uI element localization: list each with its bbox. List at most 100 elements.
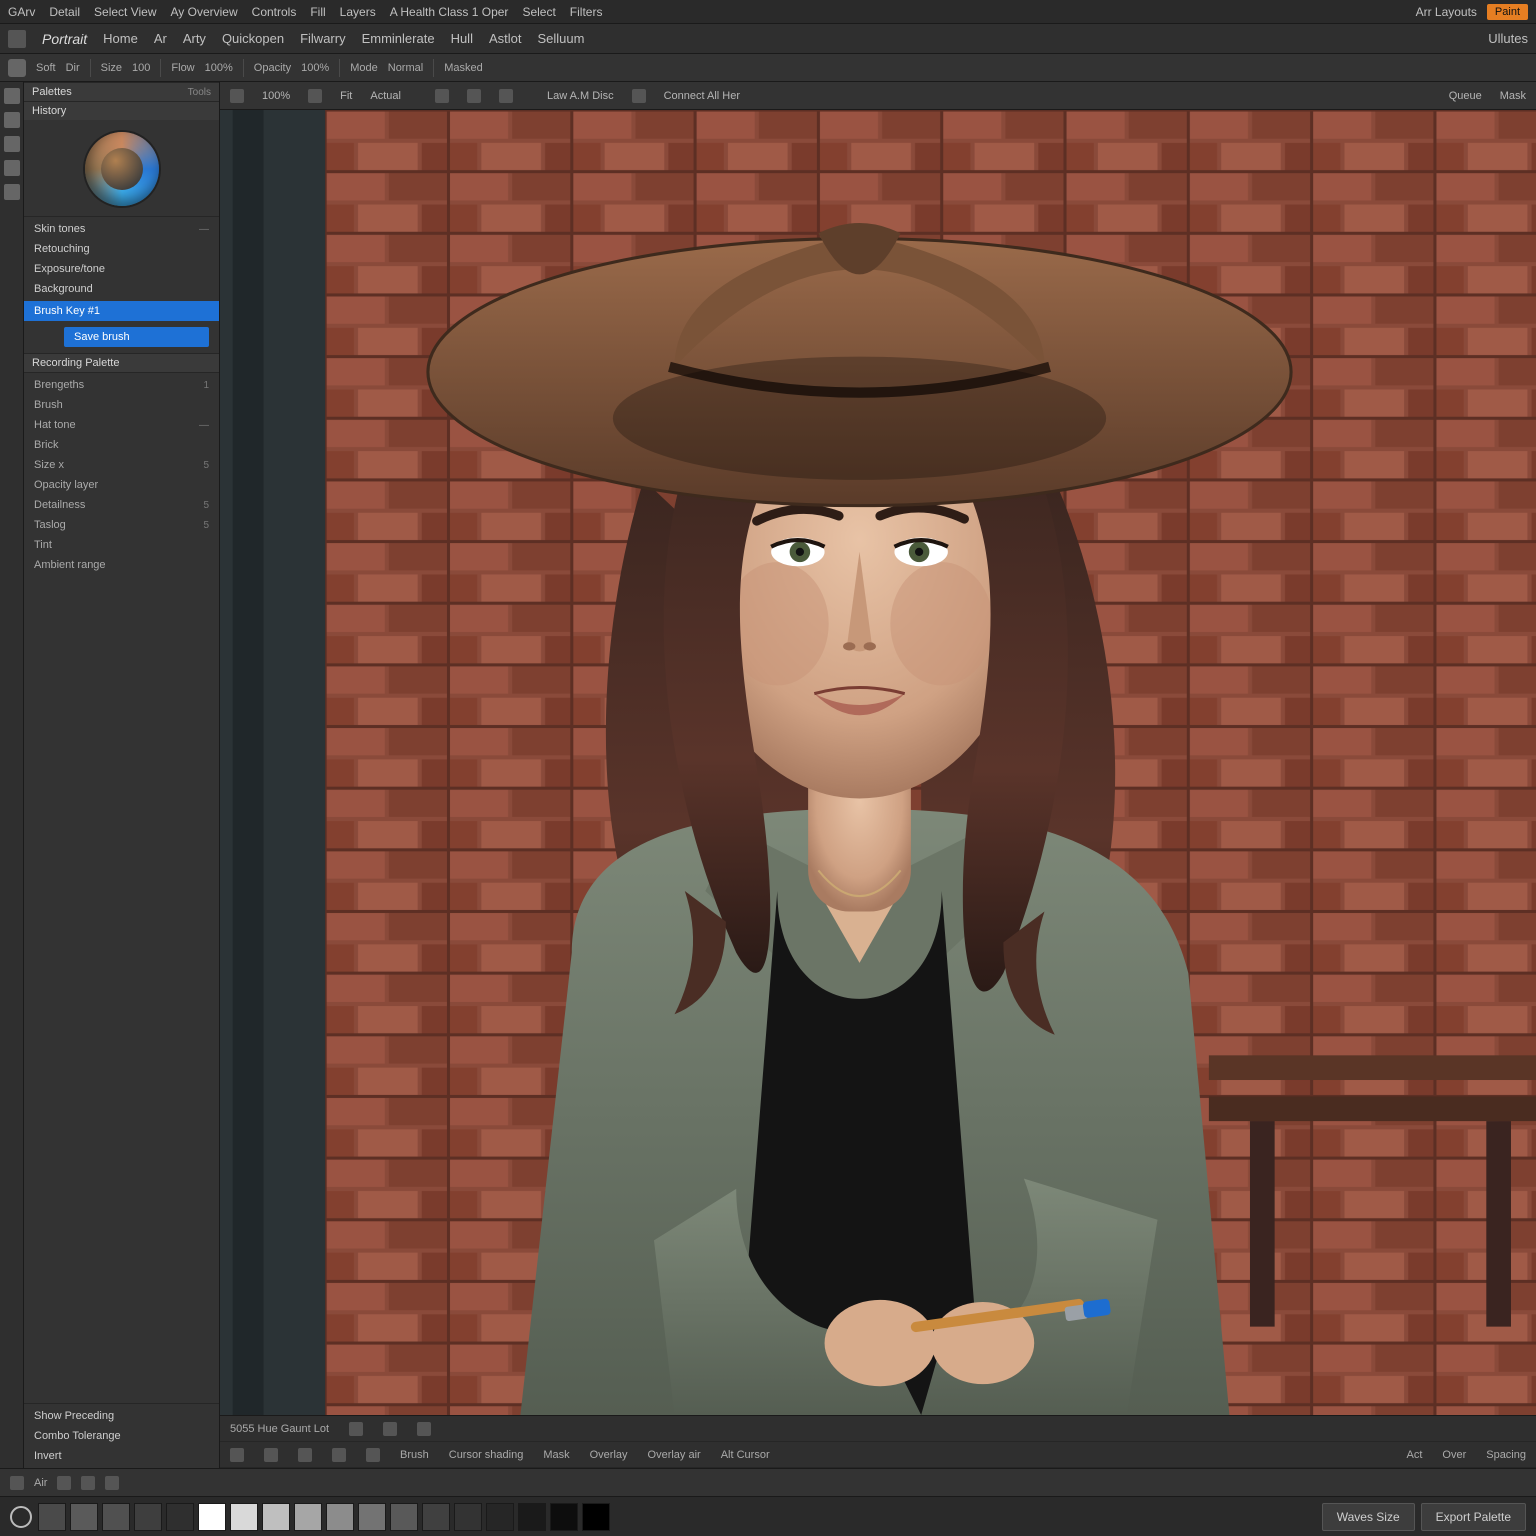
swatch[interactable] [518, 1503, 546, 1531]
swatch[interactable] [102, 1503, 130, 1531]
menu2-item[interactable]: Ar [154, 31, 167, 46]
tool-label[interactable]: Act [1406, 1449, 1422, 1461]
param-row[interactable]: Brush [24, 395, 219, 415]
param-row[interactable]: Taslog5 [24, 515, 219, 535]
mode-pill[interactable]: Paint [1487, 4, 1528, 20]
export-palette-button[interactable]: Export Palette [1421, 1503, 1526, 1531]
swatch[interactable] [422, 1503, 450, 1531]
tool-label[interactable]: Overlay air [648, 1449, 701, 1461]
tool-icon[interactable] [332, 1448, 346, 1462]
zoom-value[interactable]: 100% [262, 90, 290, 102]
select-tool-icon[interactable] [4, 112, 20, 128]
menu2-item[interactable]: Astlot [489, 31, 522, 46]
group-row[interactable]: Retouching [24, 239, 219, 259]
document-name[interactable]: Portrait [42, 31, 87, 47]
param-row[interactable]: Tint [24, 535, 219, 555]
swatch[interactable] [294, 1503, 322, 1531]
menu2-item[interactable]: Selluum [537, 31, 584, 46]
zoom-actual[interactable]: Actual [370, 90, 401, 102]
swatch[interactable] [70, 1503, 98, 1531]
info-icon[interactable] [349, 1422, 363, 1436]
menu-item[interactable]: Fill [310, 5, 325, 19]
opt-value[interactable]: 100 [132, 62, 150, 74]
opt-value[interactable]: Normal [388, 62, 423, 74]
zoom-fit[interactable]: Fit [340, 90, 352, 102]
panel-head-recording[interactable]: Recording Palette [24, 353, 219, 372]
save-brush-button[interactable]: Save brush [64, 327, 209, 347]
queue-label[interactable]: Queue [1449, 90, 1482, 102]
zoom-in-icon[interactable] [308, 89, 322, 103]
status-icon[interactable] [10, 1476, 24, 1490]
menu-item[interactable]: A Health Class 1 Oper [390, 5, 509, 19]
brush-preview-icon[interactable] [8, 59, 26, 77]
swatch[interactable] [486, 1503, 514, 1531]
bottom-row[interactable]: Combo Tolerange [24, 1426, 219, 1446]
tool-icon[interactable] [366, 1448, 380, 1462]
group-row[interactable]: Exposure/tone [24, 259, 219, 279]
menu2-item[interactable]: Home [103, 31, 138, 46]
swatch[interactable] [454, 1503, 482, 1531]
tool-label[interactable]: Cursor shading [449, 1449, 524, 1461]
swatch[interactable] [358, 1503, 386, 1531]
menu-item[interactable]: Detail [49, 5, 80, 19]
menu2-item[interactable]: Hull [451, 31, 473, 46]
menu-item[interactable]: Ay Overview [171, 5, 238, 19]
ruler-icon[interactable] [499, 89, 513, 103]
param-row[interactable]: Ambient range [24, 555, 219, 575]
info-icon[interactable] [383, 1422, 397, 1436]
layer-icon[interactable] [632, 89, 646, 103]
swatch[interactable] [326, 1503, 354, 1531]
group-row[interactable]: Background [24, 279, 219, 299]
tool-label[interactable]: Brush [400, 1449, 429, 1461]
param-row[interactable]: Size x5 [24, 455, 219, 475]
param-row[interactable]: Brick [24, 435, 219, 455]
tool-label[interactable]: Alt Cursor [721, 1449, 770, 1461]
info-icon[interactable] [417, 1422, 431, 1436]
tool-label[interactable]: Spacing [1486, 1449, 1526, 1461]
swatch[interactable] [198, 1503, 226, 1531]
color-wheel[interactable] [24, 120, 219, 216]
menu-item[interactable]: Controls [252, 5, 297, 19]
swatch[interactable] [230, 1503, 258, 1531]
status-icon[interactable] [57, 1476, 71, 1490]
menu2-item[interactable]: Quickopen [222, 31, 284, 46]
menu-item[interactable]: Select [522, 5, 555, 19]
menu-item[interactable]: Filters [570, 5, 603, 19]
layout-hint[interactable]: Arr Layouts [1416, 5, 1477, 19]
move-tool-icon[interactable] [4, 88, 20, 104]
grid-icon[interactable] [435, 89, 449, 103]
eraser-tool-icon[interactable] [4, 160, 20, 176]
swatch[interactable] [550, 1503, 578, 1531]
swatch[interactable] [134, 1503, 162, 1531]
group-row[interactable]: Skin tones — [24, 219, 219, 239]
panel-head-history[interactable]: History [24, 101, 219, 120]
swatch[interactable] [38, 1503, 66, 1531]
bottom-row[interactable]: Invert [24, 1446, 219, 1466]
swatch[interactable] [262, 1503, 290, 1531]
tool-label[interactable]: Overlay [590, 1449, 628, 1461]
zoom-out-icon[interactable] [230, 89, 244, 103]
status-icon[interactable] [105, 1476, 119, 1490]
swatch[interactable] [582, 1503, 610, 1531]
param-row[interactable]: Brengeths1 [24, 375, 219, 395]
canvas-tab-label[interactable]: Law A.M Disc [547, 90, 614, 102]
menu2-right-label[interactable]: Ullutes [1488, 31, 1528, 46]
mask-label[interactable]: Mask [1500, 90, 1526, 102]
active-brush-row[interactable]: Brush Key #1 [24, 301, 219, 321]
menu2-item[interactable]: Arty [183, 31, 206, 46]
opt-label[interactable]: Masked [444, 62, 483, 74]
panel-head-palettes[interactable]: Palettes Tools [24, 82, 219, 101]
menu-item[interactable]: Layers [340, 5, 376, 19]
param-row[interactable]: Detailness5 [24, 495, 219, 515]
canvas[interactable] [220, 110, 1536, 1415]
tool-label[interactable]: Over [1442, 1449, 1466, 1461]
menu-item[interactable]: Select View [94, 5, 156, 19]
swatch[interactable] [166, 1503, 194, 1531]
opt-value[interactable]: 100% [205, 62, 233, 74]
swatch[interactable] [390, 1503, 418, 1531]
color-wheel-disc[interactable] [85, 132, 159, 206]
waves-size-button[interactable]: Waves Size [1322, 1503, 1415, 1531]
brush-tool-icon[interactable] [4, 136, 20, 152]
tool-icon[interactable] [230, 1448, 244, 1462]
canvas-tab-label[interactable]: Connect All Her [664, 90, 740, 102]
